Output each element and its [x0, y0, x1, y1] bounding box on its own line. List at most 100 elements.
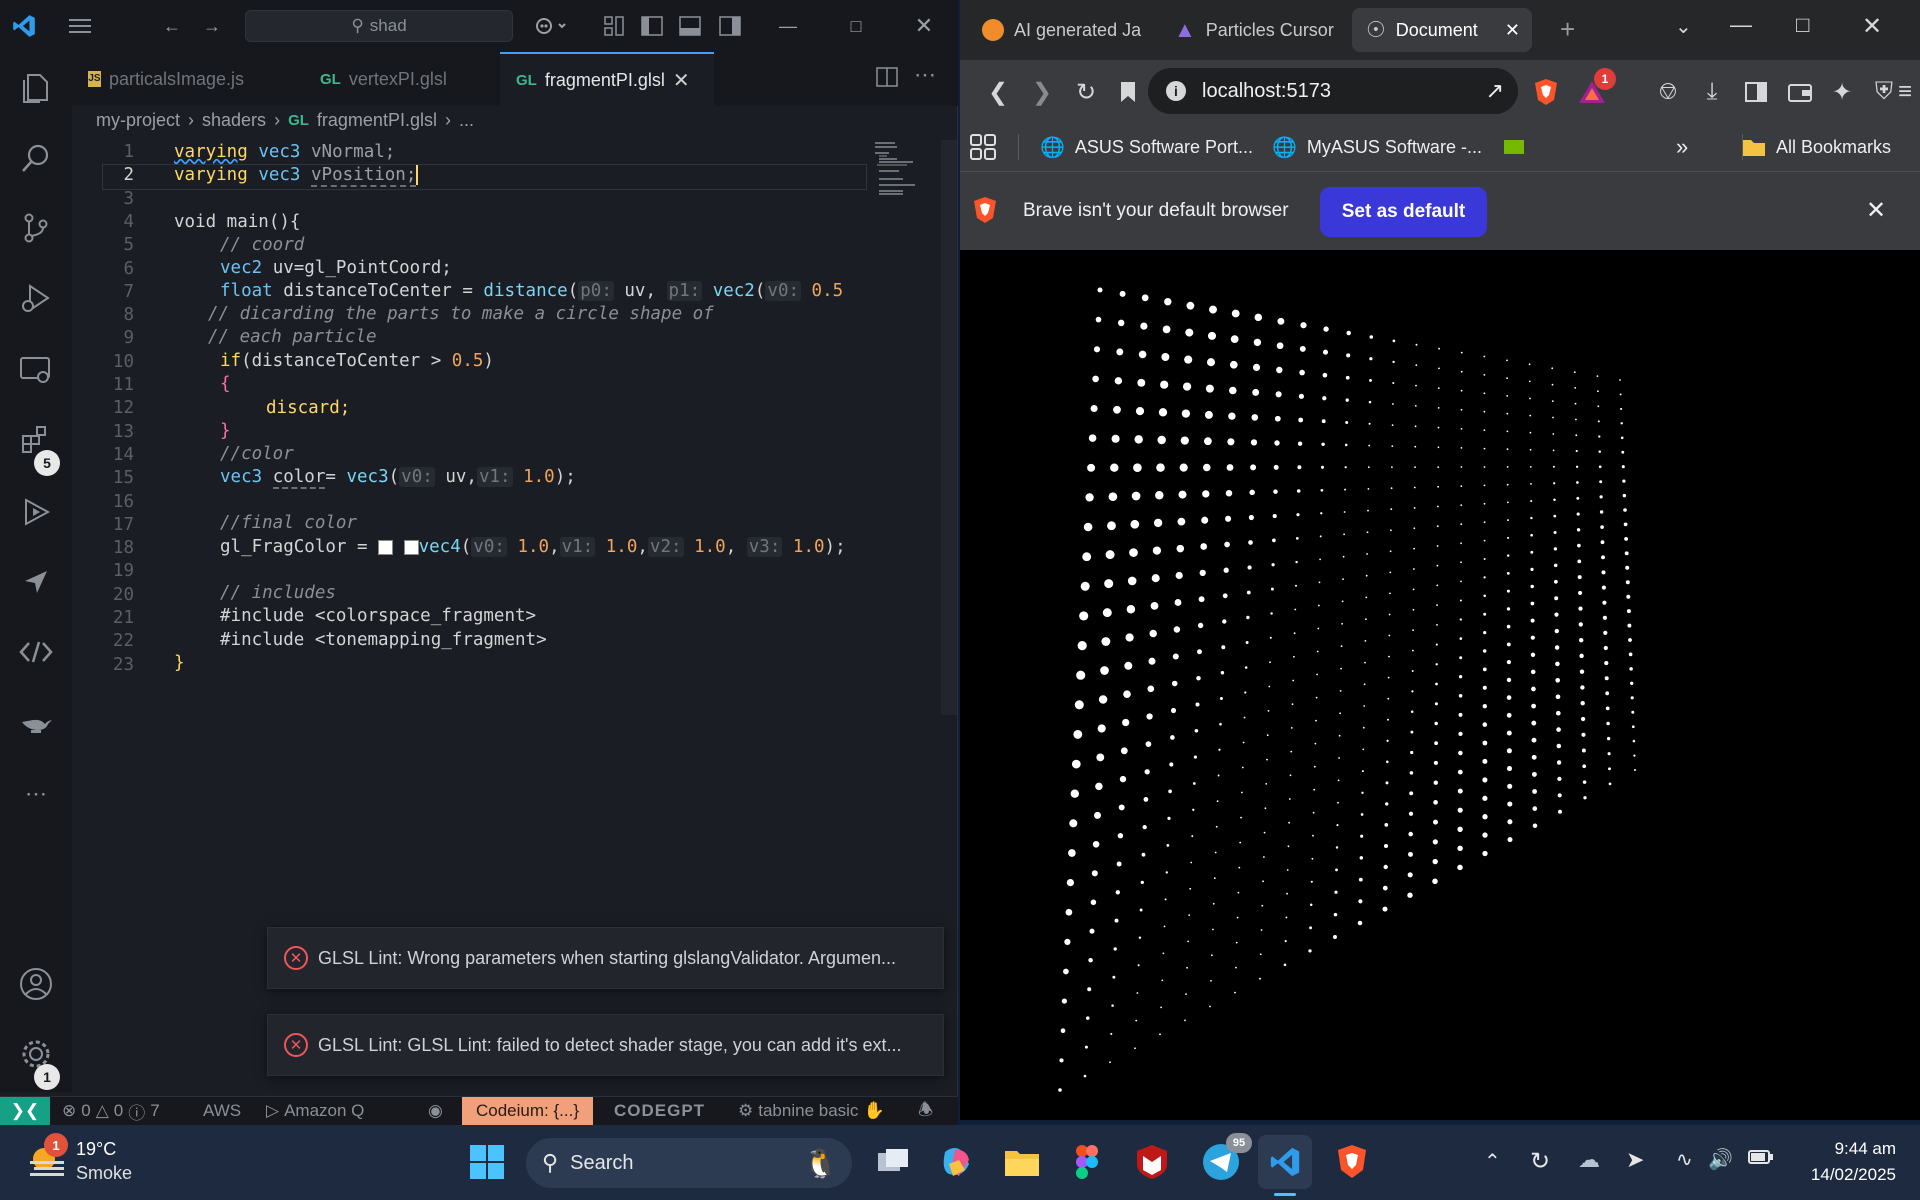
info-icon[interactable]: i [1166, 81, 1186, 101]
tab-vertex-pi-glsl[interactable]: GL vertexPI.glsl [304, 52, 484, 106]
vscode-taskbar-icon[interactable] [1258, 1135, 1312, 1189]
chevron-down-icon[interactable]: ⌄ [1675, 14, 1692, 39]
copilot-app-icon[interactable] [930, 1135, 984, 1189]
source-control-icon[interactable] [14, 206, 58, 250]
start-windows-icon[interactable] [460, 1135, 514, 1189]
copilot-icon[interactable] [528, 0, 576, 52]
breadcrumb-folder[interactable]: shaders [202, 110, 266, 131]
brave-shields-icon[interactable] [1526, 72, 1566, 112]
close-tab-icon[interactable]: ✕ [673, 68, 690, 93]
maximize-icon[interactable]: □ [836, 0, 876, 52]
address-bar[interactable]: i localhost:5173 ↗ [1148, 68, 1518, 114]
share-icon[interactable]: ↗ [1486, 78, 1504, 104]
more-bookmarks-icon[interactable]: » [1676, 122, 1688, 172]
minimap[interactable] [865, 140, 940, 720]
sync-icon[interactable]: ↻ [1530, 1147, 1550, 1176]
close-window-icon[interactable]: ✕ [1862, 12, 1882, 41]
clock-date[interactable]: 14/02/2025 [1796, 1165, 1896, 1185]
wifi-icon[interactable]: ∿ [1676, 1147, 1693, 1172]
color-swatch-icon[interactable] [378, 539, 394, 555]
bookmark-nvidia-icon[interactable] [1504, 122, 1524, 172]
toggle-secondary-sidebar-icon[interactable] [710, 0, 750, 52]
bookmark-icon[interactable] [1108, 72, 1148, 112]
forward-icon[interactable]: ❯ [1022, 72, 1062, 112]
send-icon[interactable] [14, 560, 58, 604]
more-icon[interactable]: ⋯ [14, 772, 58, 816]
all-bookmarks-folder[interactable]: All Bookmarks [1742, 122, 1891, 172]
file-explorer-icon[interactable] [995, 1135, 1049, 1189]
particle-grid-canvas[interactable] [960, 250, 1920, 1120]
bookmark-myasus-software[interactable]: 🌐 MyASUS Software -... [1272, 122, 1482, 172]
run-debug-icon[interactable] [14, 276, 58, 320]
search-icon[interactable] [14, 136, 58, 180]
mcafee-icon[interactable] [1125, 1135, 1179, 1189]
close-infobar-icon[interactable]: ✕ [1866, 196, 1886, 225]
testing-icon[interactable] [14, 490, 58, 534]
bookmark-asus-software-portal[interactable]: 🌐 ASUS Software Port... [1040, 122, 1253, 172]
genie-lamp-icon[interactable] [14, 700, 58, 744]
brave-taskbar-icon[interactable] [1325, 1135, 1379, 1189]
figma-icon[interactable] [1060, 1135, 1114, 1189]
more-actions-icon[interactable]: ⋯ [914, 62, 936, 88]
bell-icon[interactable]: 🕭 [918, 1097, 933, 1125]
codeium-status[interactable]: Codeium: {...} [462, 1097, 594, 1125]
taskbar-search[interactable]: ⚲ Search 🐧 [526, 1138, 852, 1188]
maximize-icon[interactable]: □ [1796, 12, 1809, 38]
command-center-search[interactable]: ⚲ shad [245, 10, 513, 42]
task-view-icon[interactable] [866, 1135, 920, 1189]
particle [1582, 764, 1587, 769]
breadcrumb-more[interactable]: ... [459, 110, 474, 131]
reload-icon[interactable]: ↻ [1066, 72, 1106, 112]
breadcrumb-project[interactable]: my-project [96, 110, 180, 131]
editor-scrollbar[interactable] [941, 140, 957, 715]
wallet-icon[interactable] [1780, 72, 1820, 112]
tabnine-status[interactable]: ⚙ tabnine basic ✋ [738, 1097, 885, 1125]
forward-arrow-icon[interactable]: → [192, 0, 232, 52]
browser-tab-ai-generated[interactable]: AI generated Ja [968, 8, 1148, 52]
close-icon[interactable]: ✕ [904, 0, 944, 52]
close-tab-icon[interactable]: ✕ [1505, 20, 1520, 41]
codegpt-status[interactable]: CODEGPT [614, 1097, 705, 1125]
set-as-default-button[interactable]: Set as default [1320, 187, 1487, 237]
browser-tab-particles-cursor[interactable]: ▲ Particles Cursor [1160, 8, 1340, 52]
color-swatch-icon[interactable] [403, 539, 419, 555]
tab-particals-image-js[interactable]: JS particalsImage.js [72, 52, 260, 106]
copilot-status-icon[interactable]: ◉ [428, 1097, 443, 1125]
remote-explorer-icon[interactable] [14, 348, 58, 392]
browser-tab-document[interactable]: ☉ Document ✕ [1352, 8, 1532, 52]
tab-fragment-pi-glsl[interactable]: GL fragmentPI.glsl ✕ [500, 52, 714, 106]
explorer-icon[interactable] [14, 66, 58, 110]
menu-icon[interactable] [60, 0, 100, 52]
show-hidden-icons[interactable]: ⌃ [1484, 1149, 1501, 1174]
leo-ai-icon[interactable]: ✦ [1822, 72, 1862, 112]
remote-indicator-icon[interactable]: ❯❮ [0, 1097, 50, 1125]
new-tab-icon[interactable]: + [1560, 14, 1575, 45]
amazon-q-status[interactable]: ▷ Amazon Q [266, 1097, 364, 1125]
apps-grid-icon[interactable] [970, 122, 996, 172]
sidebar-icon[interactable] [1736, 72, 1776, 112]
toggle-primary-sidebar-icon[interactable] [632, 0, 672, 52]
accounts-icon[interactable] [14, 962, 58, 1006]
extensions-puzzle-icon[interactable]: ⎊ [1648, 72, 1688, 112]
clock-time[interactable]: 9:44 am [1796, 1139, 1896, 1159]
minimize-icon[interactable]: — [768, 0, 808, 52]
main-menu-icon[interactable]: ≡ [1890, 72, 1920, 112]
page-viewport[interactable] [960, 250, 1920, 1120]
volume-icon[interactable]: 🔊 [1708, 1147, 1733, 1172]
breadcrumb-file[interactable]: fragmentPI.glsl [317, 110, 437, 131]
back-icon[interactable]: ❮ [978, 72, 1018, 112]
split-editor-icon[interactable] [876, 66, 898, 93]
download-icon[interactable]: ⤓ [1692, 72, 1732, 112]
notification-toast[interactable]: ✕ GLSL Lint: Wrong parameters when start… [267, 927, 944, 989]
code-tag-icon[interactable] [14, 630, 58, 674]
battery-icon[interactable] [1748, 1149, 1774, 1170]
toggle-panel-icon[interactable] [670, 0, 710, 52]
minimize-icon[interactable]: — [1730, 12, 1752, 38]
customize-layout-icon[interactable] [594, 0, 634, 52]
back-arrow-icon[interactable]: ← [152, 0, 192, 52]
notification-toast[interactable]: ✕ GLSL Lint: GLSL Lint: failed to detect… [267, 1014, 944, 1076]
problems-status[interactable]: ⊗ 0 △ 0 ⓘ 7 [62, 1097, 160, 1125]
location-icon[interactable]: ➤ [1626, 1147, 1644, 1173]
aws-status[interactable]: AWS [203, 1097, 241, 1125]
onedrive-icon[interactable]: ☁ [1578, 1147, 1600, 1173]
